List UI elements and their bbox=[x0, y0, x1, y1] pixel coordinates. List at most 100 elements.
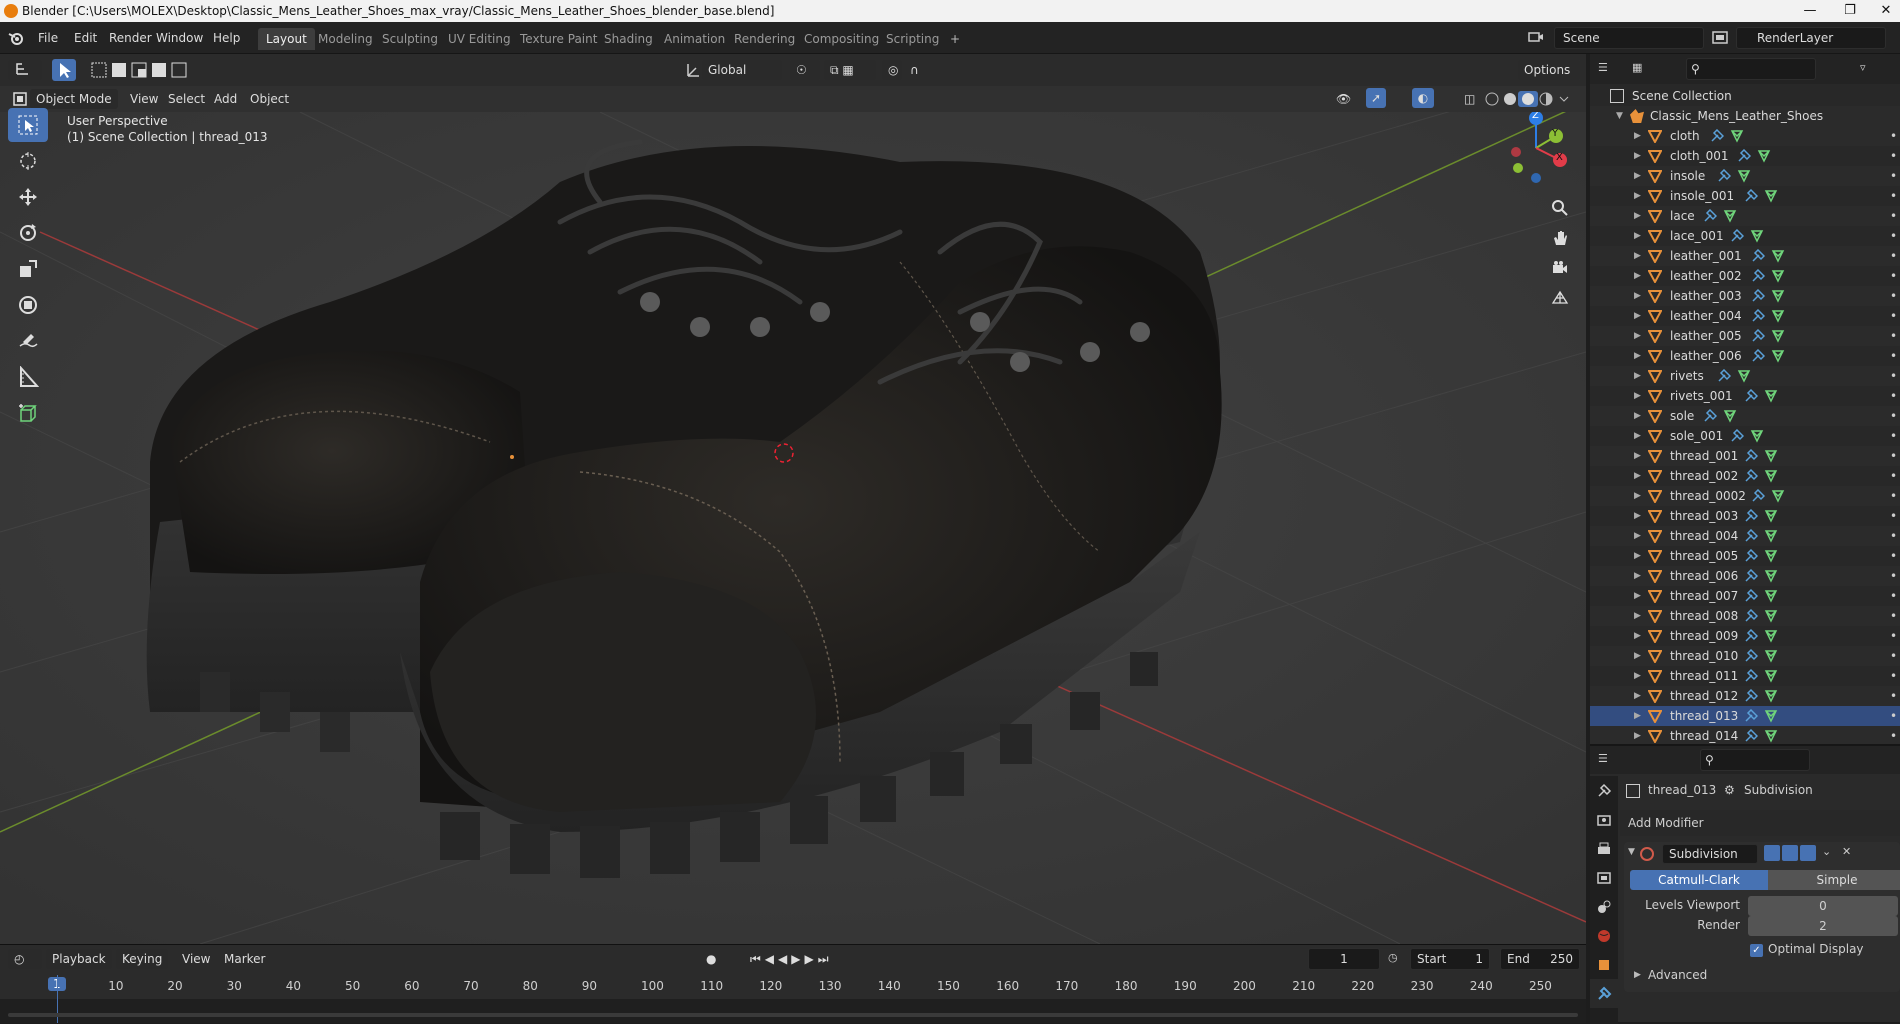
modifier-wrench-icon[interactable] bbox=[1703, 409, 1718, 423]
mesh-data-icon[interactable] bbox=[1771, 269, 1785, 283]
visibility-eye-icon[interactable]: • bbox=[1890, 326, 1897, 346]
expand-icon[interactable]: ▶ bbox=[1634, 526, 1641, 546]
playback-controls-icons[interactable]: ⏮◀◀▶▶⏭ bbox=[744, 949, 839, 969]
expand-icon[interactable]: ▶ bbox=[1634, 266, 1641, 286]
mesh-data-icon[interactable] bbox=[1723, 409, 1737, 423]
modifier-wrench-icon[interactable] bbox=[1744, 189, 1758, 203]
visibility-eye-icon[interactable]: • bbox=[1890, 466, 1897, 486]
modifier-wrench-icon[interactable] bbox=[1737, 149, 1752, 163]
expand-icon[interactable]: ▶ bbox=[1634, 426, 1641, 446]
outliner-item-leather-002[interactable]: ▶ leather_002 • bbox=[1590, 266, 1900, 286]
mesh-data-icon[interactable] bbox=[1764, 589, 1778, 603]
outliner-item-rivets-001[interactable]: ▶ rivets_001 • bbox=[1590, 386, 1900, 406]
modifier-wrench-icon[interactable] bbox=[1744, 449, 1758, 463]
modifier-wrench-icon[interactable] bbox=[1751, 309, 1765, 323]
visibility-eye-icon[interactable]: • bbox=[1890, 486, 1897, 506]
scene-name-field[interactable]: Scene bbox=[1554, 27, 1704, 49]
mesh-data-icon[interactable] bbox=[1771, 489, 1785, 503]
mesh-data-icon[interactable] bbox=[1764, 549, 1778, 563]
rotate-tool-icon[interactable] bbox=[8, 216, 48, 250]
outliner-search-input[interactable]: ⚲ bbox=[1686, 58, 1816, 80]
viewport-menu-add[interactable]: Add bbox=[208, 89, 243, 109]
outliner-item-thread-007[interactable]: ▶ thread_007 • bbox=[1590, 586, 1900, 606]
mesh-data-icon[interactable] bbox=[1750, 429, 1764, 443]
mesh-data-icon[interactable] bbox=[1771, 329, 1785, 343]
scene-tab-icon[interactable] bbox=[1590, 892, 1618, 921]
modifier-wrench-icon[interactable] bbox=[1744, 729, 1758, 743]
render-layer-field[interactable]: RenderLayer bbox=[1736, 27, 1886, 49]
modifier-dropdown-icon[interactable]: ⌄ bbox=[1822, 845, 1831, 858]
expand-icon[interactable]: ▶ bbox=[1634, 706, 1641, 726]
measure-tool-icon[interactable] bbox=[8, 360, 48, 394]
outliner-item-lace-001[interactable]: ▶ lace_001 • bbox=[1590, 226, 1900, 246]
modifier-wrench-icon[interactable] bbox=[1744, 689, 1758, 703]
timeline-scrollbar[interactable] bbox=[8, 1013, 1578, 1017]
mesh-data-icon[interactable] bbox=[1750, 229, 1764, 243]
modifier-wrench-icon[interactable] bbox=[1751, 329, 1765, 343]
expand-icon[interactable]: ▶ bbox=[1634, 166, 1641, 186]
render-toggle-icon[interactable] bbox=[1800, 845, 1816, 861]
levels-viewport-field[interactable]: 0 bbox=[1748, 896, 1898, 916]
outliner-item-lace[interactable]: ▶ lace • bbox=[1590, 206, 1900, 226]
close-icon[interactable]: ✕ bbox=[1866, 0, 1900, 22]
mesh-data-icon[interactable] bbox=[1764, 449, 1778, 463]
view-layer-tab-icon[interactable] bbox=[1590, 863, 1618, 892]
modifier-wrench-icon[interactable] bbox=[1744, 589, 1758, 603]
mesh-data-icon[interactable] bbox=[1764, 729, 1778, 743]
add-workspace-icon[interactable]: + bbox=[942, 28, 968, 50]
remove-modifier-icon[interactable]: ✕ bbox=[1842, 845, 1851, 858]
visibility-eye-icon[interactable]: • bbox=[1890, 386, 1897, 406]
viewport-menu-view[interactable]: View bbox=[124, 89, 164, 109]
selection-mode-icons[interactable] bbox=[88, 60, 188, 80]
viewport-menu-object[interactable]: Object bbox=[244, 89, 295, 109]
mesh-data-icon[interactable] bbox=[1764, 609, 1778, 623]
simple-button[interactable]: Simple bbox=[1768, 870, 1900, 890]
visibility-eye-icon[interactable]: • bbox=[1890, 246, 1897, 266]
panel-collapse-icon[interactable]: ▼ bbox=[1628, 847, 1635, 857]
mesh-data-icon[interactable] bbox=[1771, 289, 1785, 303]
outliner-item-thread-005[interactable]: ▶ thread_005 • bbox=[1590, 546, 1900, 566]
outliner-item-thread-004[interactable]: ▶ thread_004 • bbox=[1590, 526, 1900, 546]
expand-icon[interactable]: ▶ bbox=[1634, 386, 1641, 406]
expand-icon[interactable]: ▶ bbox=[1634, 226, 1641, 246]
expand-icon[interactable]: ▶ bbox=[1634, 546, 1641, 566]
display-mode-icon[interactable]: ▦ bbox=[1632, 61, 1642, 74]
falloff-icon[interactable]: ∩ bbox=[904, 60, 926, 80]
tab-rendering[interactable]: Rendering bbox=[726, 28, 803, 50]
expand-icon[interactable]: ▶ bbox=[1634, 666, 1641, 686]
minimize-icon[interactable]: — bbox=[1790, 0, 1830, 22]
proportional-edit-icon[interactable]: ◎ bbox=[882, 60, 902, 80]
visibility-eye-icon[interactable]: • bbox=[1890, 186, 1897, 206]
modifier-tab-icon[interactable] bbox=[1590, 979, 1618, 1008]
select-box-icon[interactable] bbox=[52, 59, 76, 81]
modifier-wrench-icon[interactable] bbox=[1744, 529, 1758, 543]
object-mode-dropdown[interactable]: Object Mode bbox=[30, 89, 118, 109]
current-frame-field[interactable]: 1 bbox=[1308, 948, 1380, 970]
expand-icon[interactable]: ▶ bbox=[1634, 246, 1641, 266]
preview-range-icon[interactable]: ◷ bbox=[1388, 951, 1398, 964]
expand-icon[interactable]: ▶ bbox=[1634, 286, 1641, 306]
add-modifier-button[interactable]: Add Modifier bbox=[1620, 810, 1900, 836]
advanced-panel-label[interactable]: Advanced bbox=[1648, 968, 1707, 982]
expand-icon[interactable]: ▶ bbox=[1634, 606, 1641, 626]
outliner-item-leather-001[interactable]: ▶ leather_001 • bbox=[1590, 246, 1900, 266]
modifier-wrench-icon[interactable] bbox=[1744, 509, 1758, 523]
outliner-item-sole[interactable]: ▶ sole • bbox=[1590, 406, 1900, 426]
snap-icon[interactable]: ⧉ ▦ bbox=[824, 60, 876, 80]
outliner-item-leather-006[interactable]: ▶ leather_006 • bbox=[1590, 346, 1900, 366]
visibility-eye-icon[interactable]: • bbox=[1890, 666, 1897, 686]
visibility-eye-icon[interactable]: • bbox=[1890, 446, 1897, 466]
outliner-editor-icon[interactable]: ☰ bbox=[1598, 61, 1608, 74]
render-layer-icon[interactable] bbox=[1710, 28, 1732, 48]
scene-selector-icon[interactable] bbox=[1526, 28, 1548, 48]
tool-tab-icon[interactable] bbox=[1590, 776, 1618, 805]
add-cube-tool-icon[interactable] bbox=[8, 396, 48, 430]
viewport-menu-select[interactable]: Select bbox=[162, 89, 211, 109]
visibility-eye-icon[interactable]: • bbox=[1890, 286, 1897, 306]
expand-icon[interactable]: ▶ bbox=[1634, 586, 1641, 606]
modifier-wrench-icon[interactable] bbox=[1751, 489, 1765, 503]
modifier-wrench-icon[interactable] bbox=[1744, 649, 1758, 663]
tab-uv-editing[interactable]: UV Editing bbox=[440, 28, 519, 50]
advanced-expand-icon[interactable]: ▶ bbox=[1634, 970, 1641, 980]
catmull-clark-button[interactable]: Catmull-Clark bbox=[1630, 870, 1768, 890]
